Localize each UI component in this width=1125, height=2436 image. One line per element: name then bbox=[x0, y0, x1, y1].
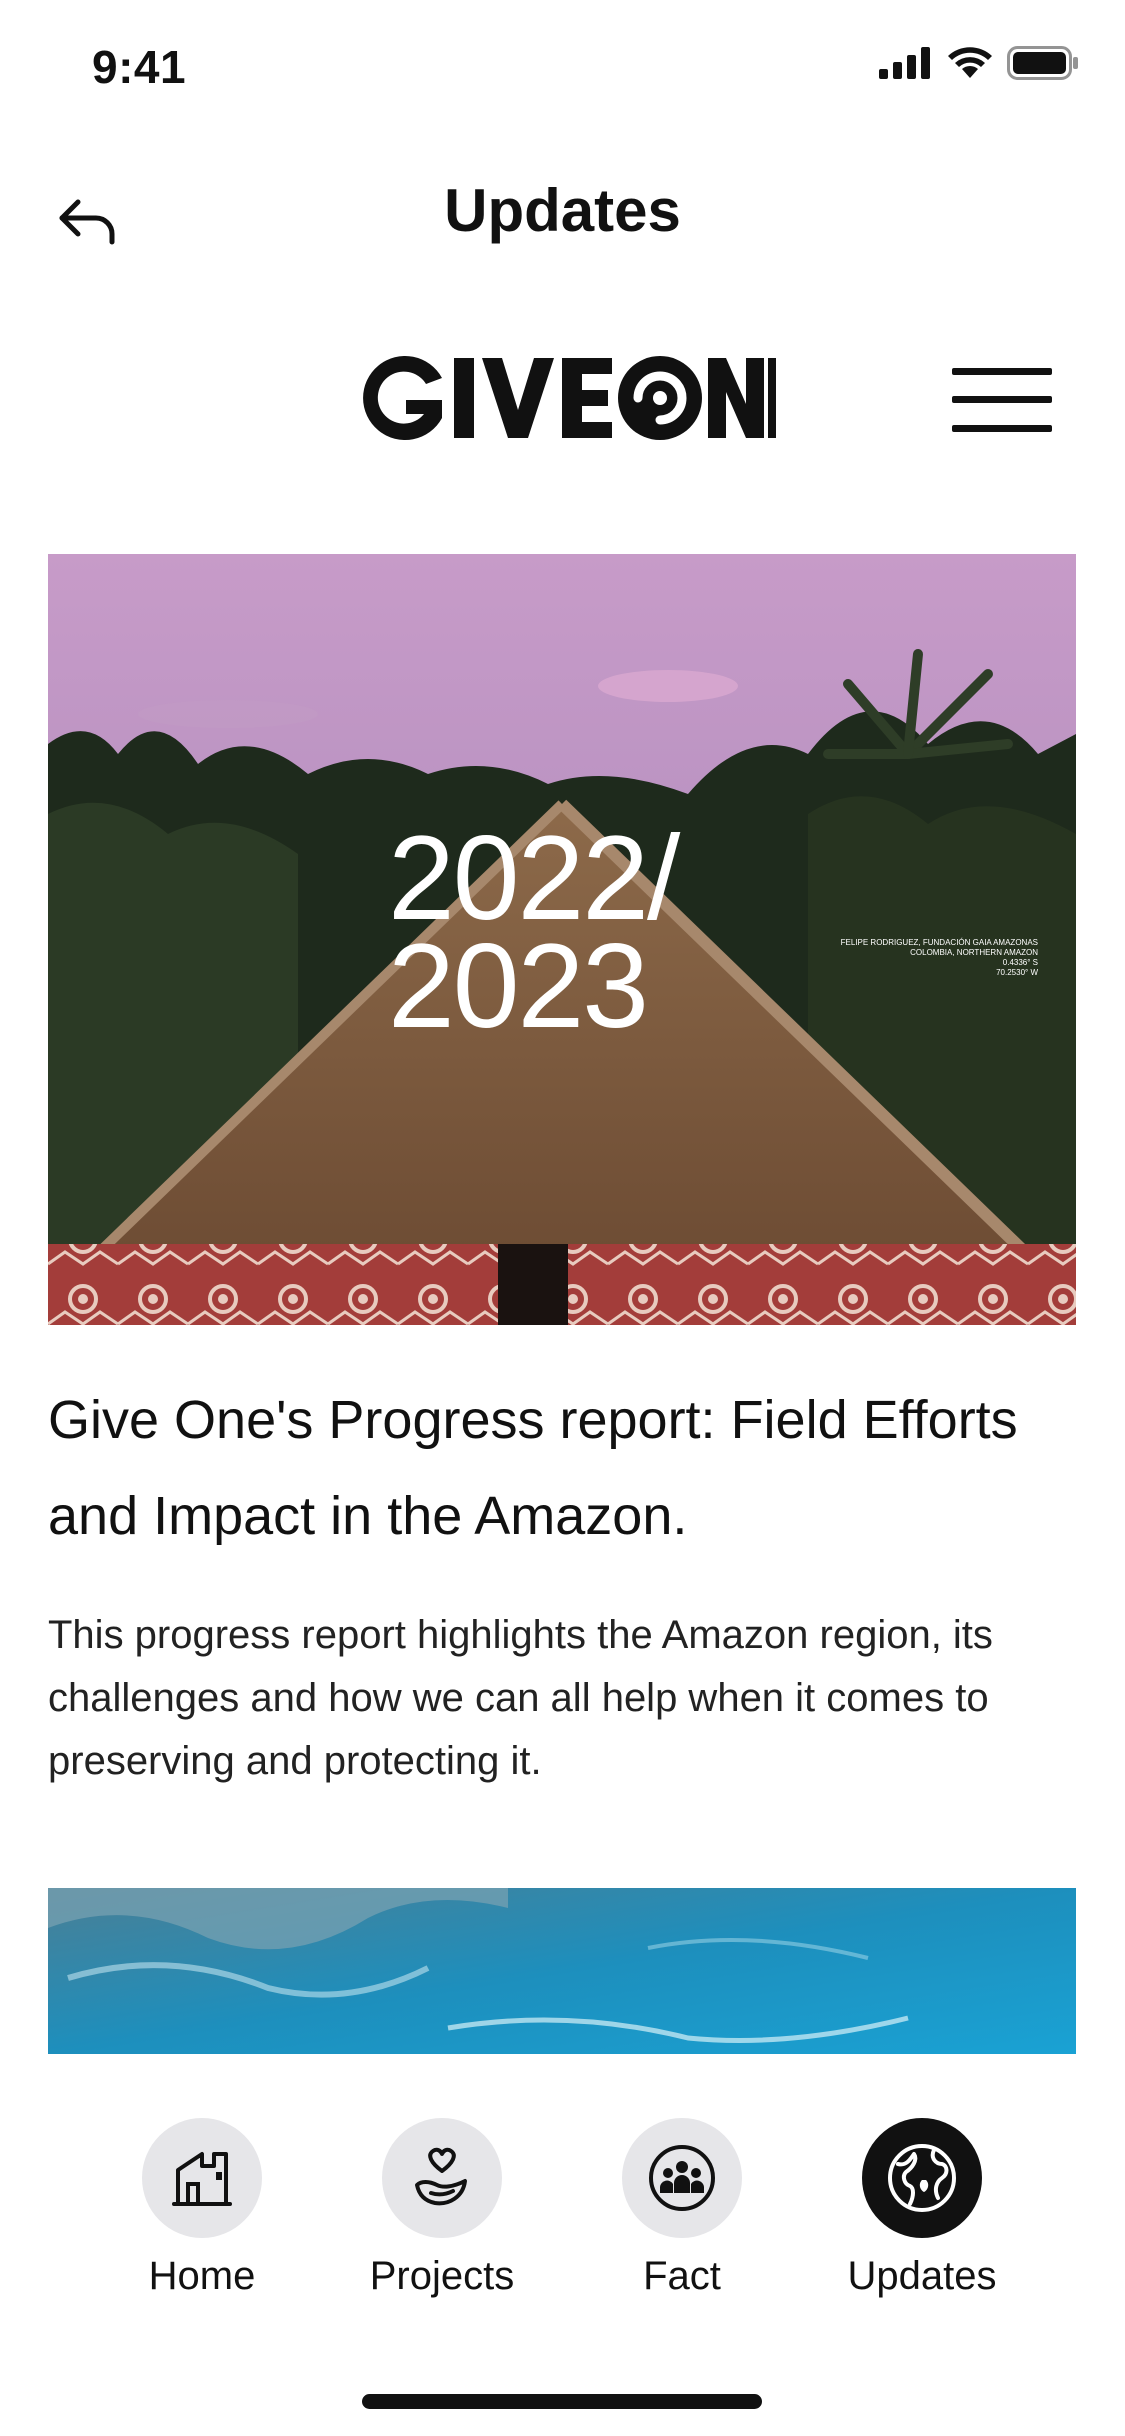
credit-line: 0.4336° S bbox=[1002, 958, 1038, 967]
article-hero-image[interactable]: 2022/ 2023 FELIPE RODRIGUEZ, FUNDACIÓN G… bbox=[48, 554, 1076, 1325]
tab-updates[interactable]: Updates bbox=[822, 2118, 1022, 2338]
hamburger-line bbox=[952, 425, 1052, 432]
battery-icon bbox=[1007, 46, 1078, 80]
year-line-1: 2022/ bbox=[388, 811, 680, 945]
tab-fact[interactable]: Fact bbox=[582, 2118, 782, 2338]
tab-home-button[interactable] bbox=[142, 2118, 262, 2238]
tab-home-label: Home bbox=[148, 2254, 256, 2298]
image-year-overlay: 2022/ 2023 bbox=[388, 811, 680, 1053]
nav-bar: Updates bbox=[0, 150, 1125, 270]
year-line-2: 2023 bbox=[388, 919, 649, 1053]
people-group-icon bbox=[649, 2145, 715, 2211]
brand-header bbox=[0, 340, 1125, 470]
hamburger-line bbox=[952, 396, 1052, 403]
house-icon bbox=[172, 2152, 232, 2206]
giveone-logo[interactable] bbox=[350, 348, 776, 448]
tab-updates-label: Updates bbox=[847, 2254, 997, 2298]
tab-updates-button[interactable] bbox=[862, 2118, 982, 2238]
credit-line: FELIPE RODRIGUEZ, FUNDACIÓN GAIA AMAZONA… bbox=[840, 938, 1038, 947]
tab-projects-label: Projects bbox=[369, 2254, 515, 2298]
hamburger-menu-icon bbox=[952, 368, 1052, 375]
tab-home[interactable]: Home bbox=[102, 2118, 302, 2338]
credit-line: 70.2530° W bbox=[996, 968, 1038, 977]
globe-icon bbox=[888, 2144, 956, 2212]
image-credit: FELIPE RODRIGUEZ, FUNDACIÓN GAIA AMAZONA… bbox=[841, 938, 1038, 978]
status-time: 9:41 bbox=[92, 41, 187, 93]
page-title: Updates bbox=[444, 177, 681, 244]
heart-hand-icon bbox=[415, 2147, 467, 2206]
menu-button[interactable] bbox=[952, 360, 1052, 440]
tab-bar: Home Projects Fact Updates bbox=[0, 2054, 1125, 2436]
wifi-icon bbox=[948, 47, 992, 78]
second-article-image[interactable] bbox=[48, 1888, 1076, 2054]
article-title[interactable]: Give One's Progress report: Field Effort… bbox=[48, 1372, 1048, 1564]
tab-projects[interactable]: Projects bbox=[342, 2118, 542, 2338]
home-indicator[interactable] bbox=[362, 2394, 762, 2409]
status-bar: 9:41 bbox=[0, 0, 1125, 132]
credit-line: COLOMBIA, NORTHERN AMAZON bbox=[910, 948, 1038, 957]
article-description: This progress report highlights the Amaz… bbox=[48, 1613, 993, 1783]
ocean-water-photo bbox=[48, 1888, 1076, 2054]
tab-fact-label: Fact bbox=[643, 2254, 721, 2298]
cellular-signal-icon bbox=[879, 47, 930, 79]
status-icons bbox=[879, 46, 1079, 80]
tab-fact-button[interactable] bbox=[622, 2118, 742, 2238]
tab-projects-button[interactable] bbox=[382, 2118, 502, 2238]
